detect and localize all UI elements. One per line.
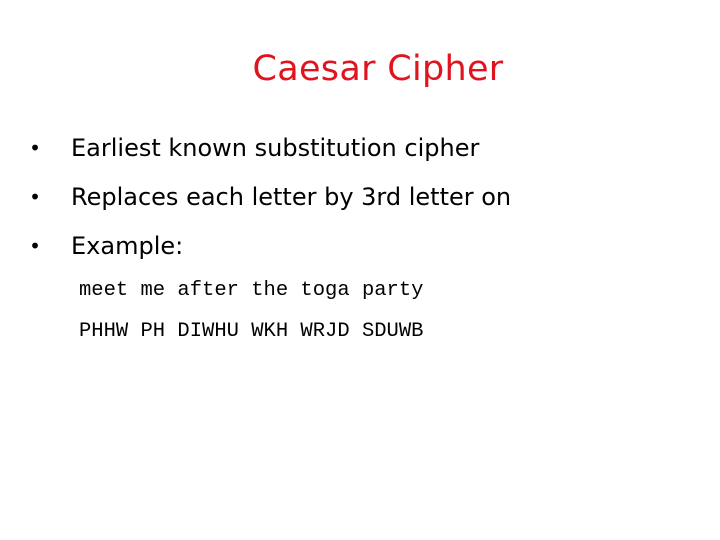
slide: Caesar Cipher • Earliest known substitut… [0,0,720,540]
bullet-icon: • [29,234,41,258]
bullet-text: Earliest known substitution cipher [71,134,480,162]
bullet-icon: • [29,136,41,160]
example-plaintext: meet me after the toga party [79,279,424,302]
slide-title: Caesar Cipher [252,49,504,89]
bullet-text: Replaces each letter by 3rd letter on [71,183,512,211]
bullet-text: Example: [71,232,184,260]
example-ciphertext: PHHW PH DIWHU WKH WRJD SDUWB [79,320,424,343]
bullet-icon: • [29,185,41,209]
